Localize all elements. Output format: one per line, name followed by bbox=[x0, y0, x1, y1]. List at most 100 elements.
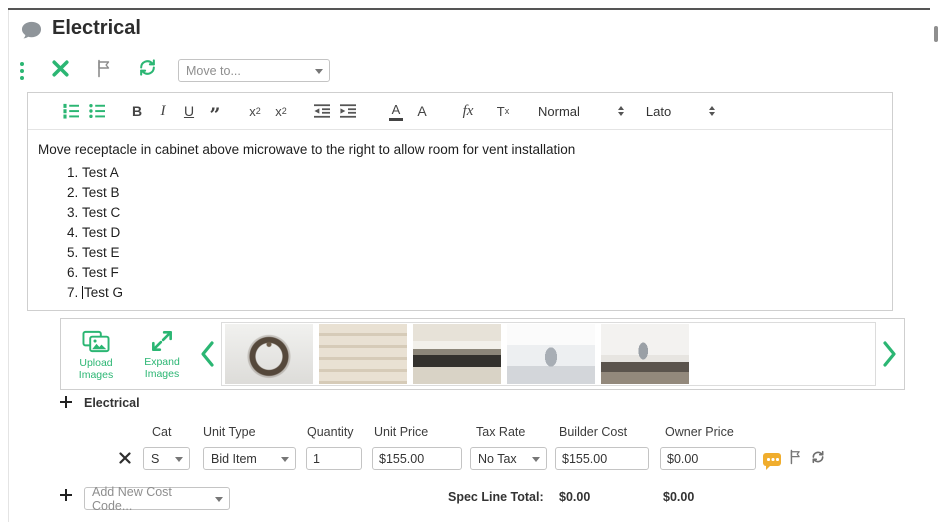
column-header-unit-type: Unit Type bbox=[203, 425, 256, 439]
expand-images-label: Expand Images bbox=[144, 356, 180, 380]
editor-ordered-list: Test A Test B Test C Test D Test E Test … bbox=[38, 163, 880, 303]
image-thumbnail[interactable] bbox=[225, 324, 313, 384]
chat-bubble-icon bbox=[20, 20, 43, 46]
spec-line-total-builder: $0.00 bbox=[559, 490, 591, 504]
superscript-button[interactable]: x2 bbox=[270, 99, 292, 123]
left-border bbox=[8, 10, 9, 522]
text-cursor bbox=[82, 286, 83, 299]
indent-icon[interactable] bbox=[337, 99, 359, 123]
bold-button[interactable]: B bbox=[126, 99, 148, 123]
image-thumbnail[interactable] bbox=[319, 324, 407, 384]
image-thumbnail[interactable] bbox=[695, 324, 783, 384]
updown-arrows-icon bbox=[617, 106, 624, 116]
unit-price-input[interactable] bbox=[372, 447, 462, 470]
paragraph-style-value: Normal bbox=[538, 103, 580, 119]
expand-images-icon bbox=[152, 331, 172, 351]
list-item: Test G bbox=[82, 283, 880, 303]
list-item-text: Test E bbox=[82, 245, 120, 260]
column-header-tax-rate: Tax Rate bbox=[476, 425, 526, 439]
rich-text-editor: B I U ” x2 x2 A A fx Tx Normal Lato Move… bbox=[27, 92, 893, 311]
column-header-owner-price: Owner Price bbox=[665, 425, 734, 439]
list-item: Test B bbox=[82, 183, 880, 203]
clear-format-mark: x bbox=[504, 106, 510, 116]
flag-icon[interactable] bbox=[96, 59, 112, 83]
italic-button[interactable]: I bbox=[152, 99, 174, 123]
builder-cost-input[interactable] bbox=[555, 447, 649, 470]
add-new-cost-code-label: Add New Cost Code... bbox=[92, 484, 172, 513]
updown-arrows-icon bbox=[709, 106, 716, 116]
background-color-button[interactable]: A bbox=[411, 99, 433, 123]
owner-price-input[interactable] bbox=[660, 447, 756, 470]
add-cost-code-icon[interactable] bbox=[60, 489, 72, 501]
add-new-cost-code-dropdown[interactable]: Add New Cost Code... bbox=[84, 484, 230, 513]
top-border bbox=[8, 8, 930, 10]
image-thumbnail[interactable] bbox=[507, 324, 595, 384]
clear-formatting-button[interactable]: Tx bbox=[492, 99, 514, 123]
list-item: Test A bbox=[82, 163, 880, 183]
ordered-list-icon[interactable] bbox=[60, 99, 82, 123]
image-gallery: Upload Images Expand Images bbox=[60, 318, 905, 390]
unit-type-dropdown[interactable]: Bid Item bbox=[203, 447, 296, 470]
superscript-mark: 2 bbox=[281, 106, 287, 116]
refresh-icon[interactable] bbox=[138, 58, 157, 82]
column-header-unit-price: Unit Price bbox=[374, 425, 429, 439]
list-item-text: Test G bbox=[84, 285, 124, 300]
upload-images-label: Upload Images bbox=[78, 356, 114, 381]
editor-content-area[interactable]: Move receptacle in cabinet above microwa… bbox=[28, 130, 892, 303]
line-refresh-icon[interactable] bbox=[811, 450, 825, 469]
unordered-list-icon[interactable] bbox=[86, 99, 108, 123]
comment-icon[interactable] bbox=[763, 453, 781, 470]
image-thumbnail[interactable] bbox=[601, 324, 689, 384]
move-to-dropdown[interactable]: Move to... bbox=[178, 59, 330, 82]
paragraph-style-dropdown[interactable]: Normal bbox=[538, 104, 624, 119]
delete-line-item-icon[interactable] bbox=[119, 451, 131, 469]
gallery-next-icon[interactable] bbox=[882, 340, 898, 368]
tax-rate-dropdown[interactable]: No Tax bbox=[470, 447, 547, 470]
list-item: Test C bbox=[82, 203, 880, 223]
upload-images-button[interactable]: Upload Images bbox=[65, 328, 127, 381]
upload-images-icon bbox=[82, 330, 110, 352]
font-color-button[interactable]: A bbox=[385, 99, 407, 123]
page: { "colors": { "accent_green": "#2bb673",… bbox=[0, 0, 939, 522]
list-item: Test F bbox=[82, 263, 880, 283]
editor-toolbar: B I U ” x2 x2 A A fx Tx Normal Lato bbox=[28, 93, 892, 130]
list-item-text: Test D bbox=[82, 225, 121, 240]
more-options-kebab-icon[interactable] bbox=[18, 60, 26, 82]
spec-line-total-label: Spec Line Total: bbox=[448, 490, 544, 504]
insert-formula-button[interactable]: fx bbox=[457, 99, 479, 123]
list-item-text: Test C bbox=[82, 205, 121, 220]
quantity-input[interactable] bbox=[306, 447, 362, 470]
thumbnail-strip bbox=[221, 322, 876, 386]
tax-rate-value: No Tax bbox=[478, 451, 517, 466]
list-item: Test E bbox=[82, 243, 880, 263]
subscript-button[interactable]: x2 bbox=[244, 99, 266, 123]
column-header-cat: Cat bbox=[152, 425, 172, 439]
outdent-icon[interactable] bbox=[311, 99, 333, 123]
list-item-text: Test B bbox=[82, 185, 120, 200]
expand-images-button[interactable]: Expand Images bbox=[131, 328, 193, 380]
underline-button[interactable]: U bbox=[178, 99, 200, 123]
list-item: Test D bbox=[82, 223, 880, 243]
editor-paragraph: Move receptacle in cabinet above microwa… bbox=[38, 142, 576, 157]
line-flag-icon[interactable] bbox=[789, 449, 802, 470]
background-color-letter: A bbox=[417, 103, 427, 119]
list-item-text: Test F bbox=[82, 265, 119, 280]
move-to-label: Move to... bbox=[186, 63, 241, 78]
column-header-quantity: Quantity bbox=[307, 425, 354, 439]
spec-line-total-owner: $0.00 bbox=[663, 490, 695, 504]
expand-cost-code-icon[interactable] bbox=[60, 396, 72, 408]
font-family-dropdown[interactable]: Lato bbox=[645, 103, 716, 119]
close-icon[interactable] bbox=[50, 58, 71, 84]
clear-format-base: T bbox=[496, 103, 505, 119]
scrollbar-thumb[interactable] bbox=[934, 26, 938, 42]
cost-code-section-title: Electrical bbox=[84, 396, 140, 410]
gallery-previous-icon[interactable] bbox=[199, 340, 215, 368]
blockquote-button[interactable]: ” bbox=[204, 99, 226, 126]
font-color-letter: A bbox=[391, 101, 401, 117]
image-thumbnail[interactable] bbox=[413, 324, 501, 384]
cat-value: S bbox=[151, 451, 160, 466]
column-header-builder-cost: Builder Cost bbox=[559, 425, 628, 439]
cat-dropdown[interactable]: S bbox=[143, 447, 190, 470]
list-item-text: Test A bbox=[82, 165, 119, 180]
font-family-value: Lato bbox=[645, 103, 672, 119]
